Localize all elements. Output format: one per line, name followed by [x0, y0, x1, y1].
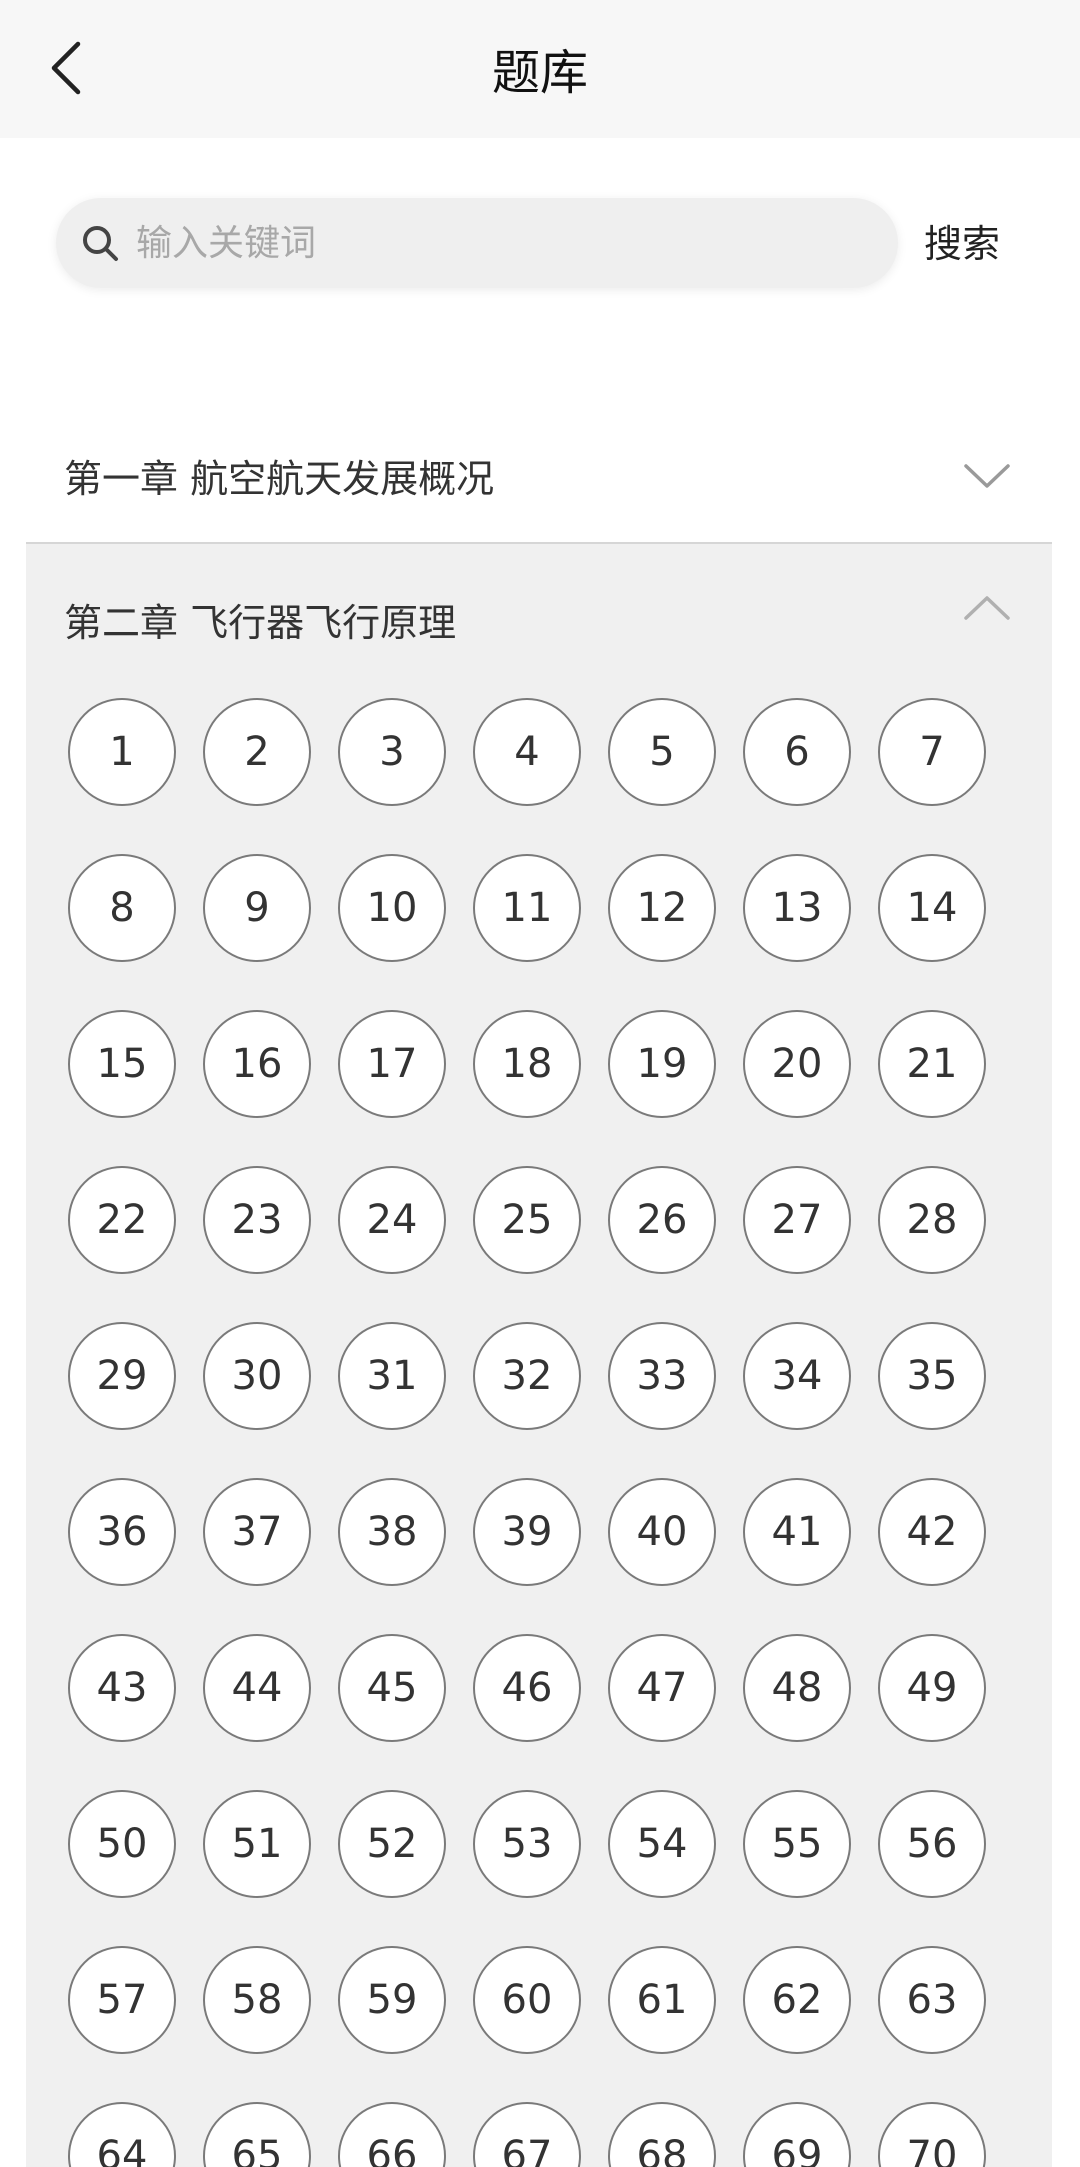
search-button[interactable]: 搜索 [924, 212, 1054, 276]
question-number-button[interactable]: 7 [878, 698, 986, 806]
question-number-button[interactable]: 23 [203, 1166, 311, 1274]
question-number-button[interactable]: 50 [68, 1790, 176, 1898]
question-number-button[interactable]: 34 [743, 1322, 851, 1430]
question-number-button[interactable]: 15 [68, 1010, 176, 1118]
question-number-button[interactable]: 70 [878, 2102, 986, 2167]
question-number-button[interactable]: 21 [878, 1010, 986, 1118]
question-number-button[interactable]: 51 [203, 1790, 311, 1898]
question-number-button[interactable]: 16 [203, 1010, 311, 1118]
page-title: 题库 [491, 45, 588, 101]
chapter-2-title: 第二章 飞行器飞行原理 [64, 601, 457, 645]
question-number-button[interactable]: 25 [473, 1166, 581, 1274]
question-number-button[interactable]: 65 [203, 2102, 311, 2167]
question-number-button[interactable]: 53 [473, 1790, 581, 1898]
question-number-button[interactable]: 20 [743, 1010, 851, 1118]
question-number-button[interactable]: 26 [608, 1166, 716, 1274]
question-number-button[interactable]: 5 [608, 698, 716, 806]
question-number-button[interactable]: 29 [68, 1322, 176, 1430]
question-number-button[interactable]: 27 [743, 1166, 851, 1274]
question-number-button[interactable]: 42 [878, 1478, 986, 1586]
question-number-button[interactable]: 64 [68, 2102, 176, 2167]
question-number-button[interactable]: 67 [473, 2102, 581, 2167]
chapter-2-header[interactable]: 第二章 飞行器飞行原理 [26, 544, 1052, 668]
question-number-button[interactable]: 31 [338, 1322, 446, 1430]
chapter-1-title: 第一章 航空航天发展概况 [64, 457, 495, 501]
question-number-button[interactable]: 47 [608, 1634, 716, 1742]
question-number-button[interactable]: 63 [878, 1946, 986, 2054]
question-number-button[interactable]: 33 [608, 1322, 716, 1430]
navigation-bar: 题库 [0, 0, 1080, 138]
question-number-button[interactable]: 44 [203, 1634, 311, 1742]
question-number-button[interactable]: 35 [878, 1322, 986, 1430]
question-number-button[interactable]: 4 [473, 698, 581, 806]
question-number-button[interactable]: 12 [608, 854, 716, 962]
question-number-button[interactable]: 56 [878, 1790, 986, 1898]
question-number-button[interactable]: 52 [338, 1790, 446, 1898]
question-number-button[interactable]: 10 [338, 854, 446, 962]
question-number-button[interactable]: 38 [338, 1478, 446, 1586]
question-number-button[interactable]: 66 [338, 2102, 446, 2167]
question-number-button[interactable]: 30 [203, 1322, 311, 1430]
question-number-button[interactable]: 2 [203, 698, 311, 806]
question-number-button[interactable]: 45 [338, 1634, 446, 1742]
back-button[interactable] [28, 30, 104, 106]
search-input[interactable] [134, 221, 838, 265]
question-number-button[interactable]: 62 [743, 1946, 851, 2054]
question-number-button[interactable]: 68 [608, 2102, 716, 2167]
question-number-button[interactable]: 17 [338, 1010, 446, 1118]
question-number-button[interactable]: 61 [608, 1946, 716, 2054]
question-number-button[interactable]: 9 [203, 854, 311, 962]
question-grid: 1 2 3 4 5 6 7 8 9 10 11 12 13 14 15 16 17 18 19 20 21 22 23 24 2… [68, 698, 1028, 2167]
question-number-button[interactable]: 41 [743, 1478, 851, 1586]
question-number-button[interactable]: 24 [338, 1166, 446, 1274]
question-number-button[interactable]: 18 [473, 1010, 581, 1118]
question-number-button[interactable]: 32 [473, 1322, 581, 1430]
question-number-button[interactable]: 28 [878, 1166, 986, 1274]
question-number-button[interactable]: 13 [743, 854, 851, 962]
question-number-button[interactable]: 14 [878, 854, 986, 962]
question-number-button[interactable]: 59 [338, 1946, 446, 2054]
question-number-button[interactable]: 55 [743, 1790, 851, 1898]
chevron-down-icon [964, 464, 1010, 488]
question-number-button[interactable]: 22 [68, 1166, 176, 1274]
question-number-button[interactable]: 57 [68, 1946, 176, 2054]
question-number-button[interactable]: 37 [203, 1478, 311, 1586]
chapter-1-header[interactable]: 第一章 航空航天发展概况 [26, 418, 1052, 544]
question-number-button[interactable]: 39 [473, 1478, 581, 1586]
question-number-button[interactable]: 49 [878, 1634, 986, 1742]
question-number-button[interactable]: 54 [608, 1790, 716, 1898]
search-bar [56, 198, 898, 288]
question-number-button[interactable]: 36 [68, 1478, 176, 1586]
chevron-up-icon [964, 596, 1010, 620]
chevron-left-icon [51, 41, 81, 95]
question-number-button[interactable]: 48 [743, 1634, 851, 1742]
question-number-button[interactable]: 40 [608, 1478, 716, 1586]
question-number-button[interactable]: 46 [473, 1634, 581, 1742]
question-number-button[interactable]: 8 [68, 854, 176, 962]
page: 题库 搜索 第一章 航空航天发展概况 第二章 飞行器飞行原理 12 [0, 0, 1080, 2167]
question-number-button[interactable]: 1 [68, 698, 176, 806]
search-icon [80, 223, 120, 263]
question-number-button[interactable]: 19 [608, 1010, 716, 1118]
question-number-button[interactable]: 3 [338, 698, 446, 806]
question-number-button[interactable]: 6 [743, 698, 851, 806]
question-number-button[interactable]: 43 [68, 1634, 176, 1742]
question-number-button[interactable]: 11 [473, 854, 581, 962]
chapter-2-panel: 第二章 飞行器飞行原理 1 2 3 4 5 6 7 8 9 10 11 12 13 14 15 16 17 18 1… [26, 544, 1052, 2167]
question-number-button[interactable]: 60 [473, 1946, 581, 2054]
question-number-button[interactable]: 58 [203, 1946, 311, 2054]
question-number-button[interactable]: 69 [743, 2102, 851, 2167]
